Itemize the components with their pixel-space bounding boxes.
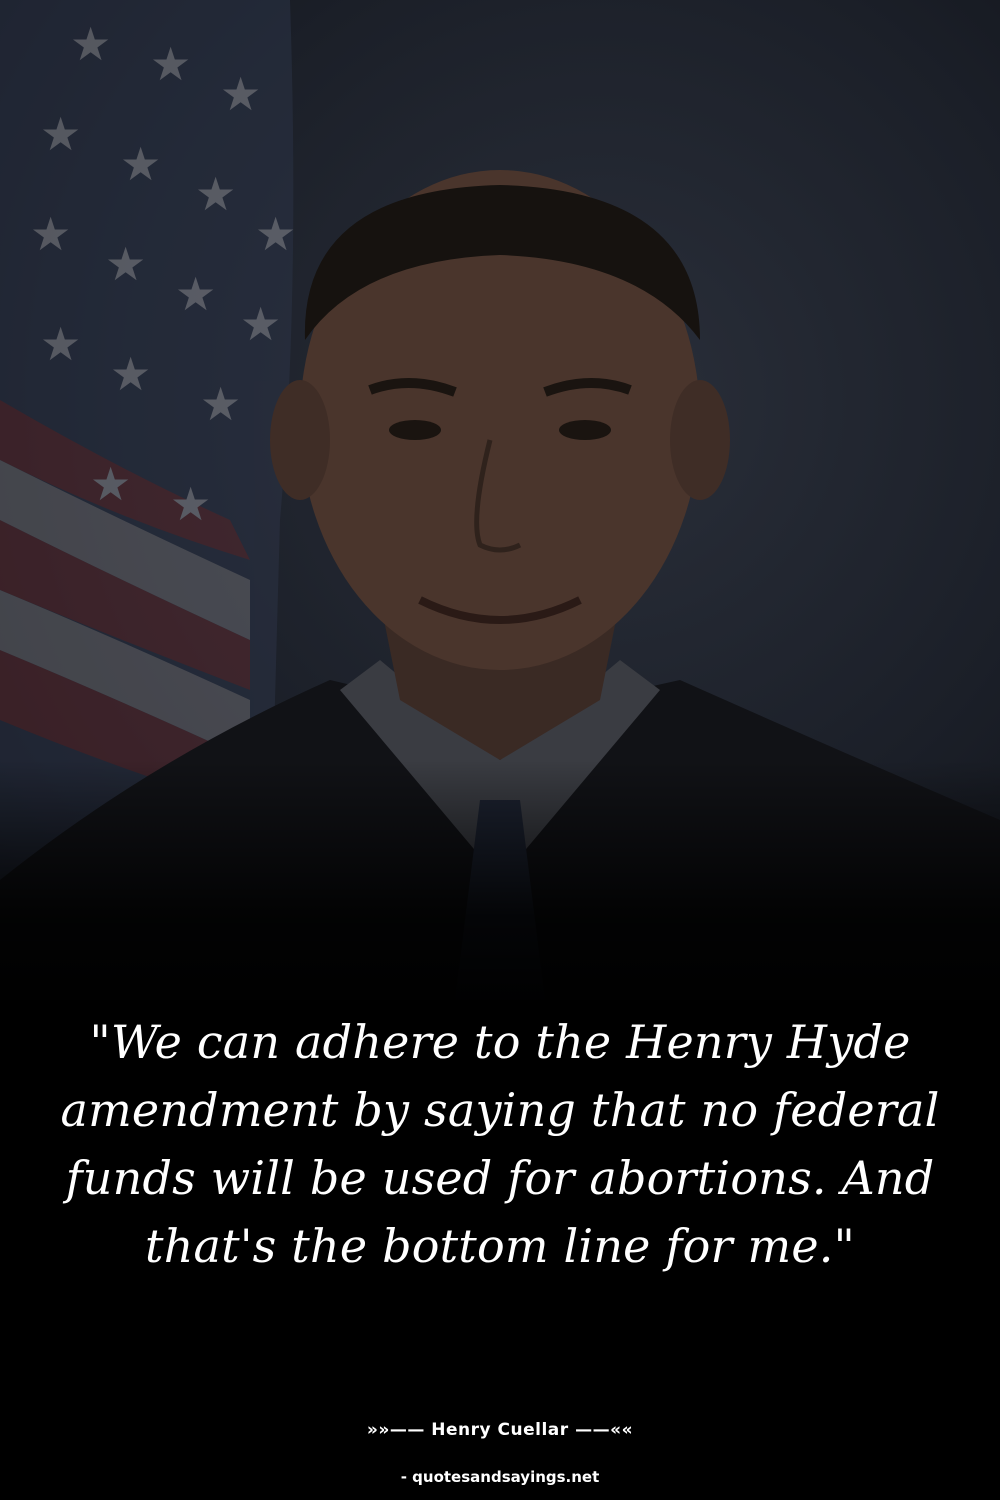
right-ear xyxy=(670,380,730,500)
svg-text:★: ★ xyxy=(150,37,191,91)
quote-author: »»—— Henry Cuellar ——«« xyxy=(366,1420,634,1440)
left-eye xyxy=(389,420,441,440)
svg-text:★: ★ xyxy=(120,137,161,191)
svg-text:★: ★ xyxy=(200,377,241,431)
svg-text:★: ★ xyxy=(175,267,216,321)
source-credit: - quotesandsayings.net xyxy=(400,1468,600,1486)
svg-text:★: ★ xyxy=(40,317,81,371)
quote-card: ★ ★ ★ ★ ★ ★ ★ ★ ★ ★ ★ ★ ★ ★ ★ ★ "We can … xyxy=(0,0,1000,1500)
svg-text:★: ★ xyxy=(30,207,71,261)
svg-text:★: ★ xyxy=(110,347,151,401)
svg-text:★: ★ xyxy=(90,457,131,511)
left-ear xyxy=(270,380,330,500)
svg-text:★: ★ xyxy=(220,67,261,121)
svg-text:★: ★ xyxy=(255,207,296,261)
svg-text:★: ★ xyxy=(40,107,81,161)
svg-text:★: ★ xyxy=(170,477,211,531)
quote-text: "We can adhere to the Henry Hyde amendme… xyxy=(60,1015,940,1273)
photo-fade-overlay xyxy=(0,760,1000,1020)
svg-text:★: ★ xyxy=(240,297,281,351)
svg-text:★: ★ xyxy=(70,17,111,71)
svg-text:★: ★ xyxy=(105,237,146,291)
right-eye xyxy=(559,420,611,440)
svg-text:★: ★ xyxy=(195,167,236,221)
